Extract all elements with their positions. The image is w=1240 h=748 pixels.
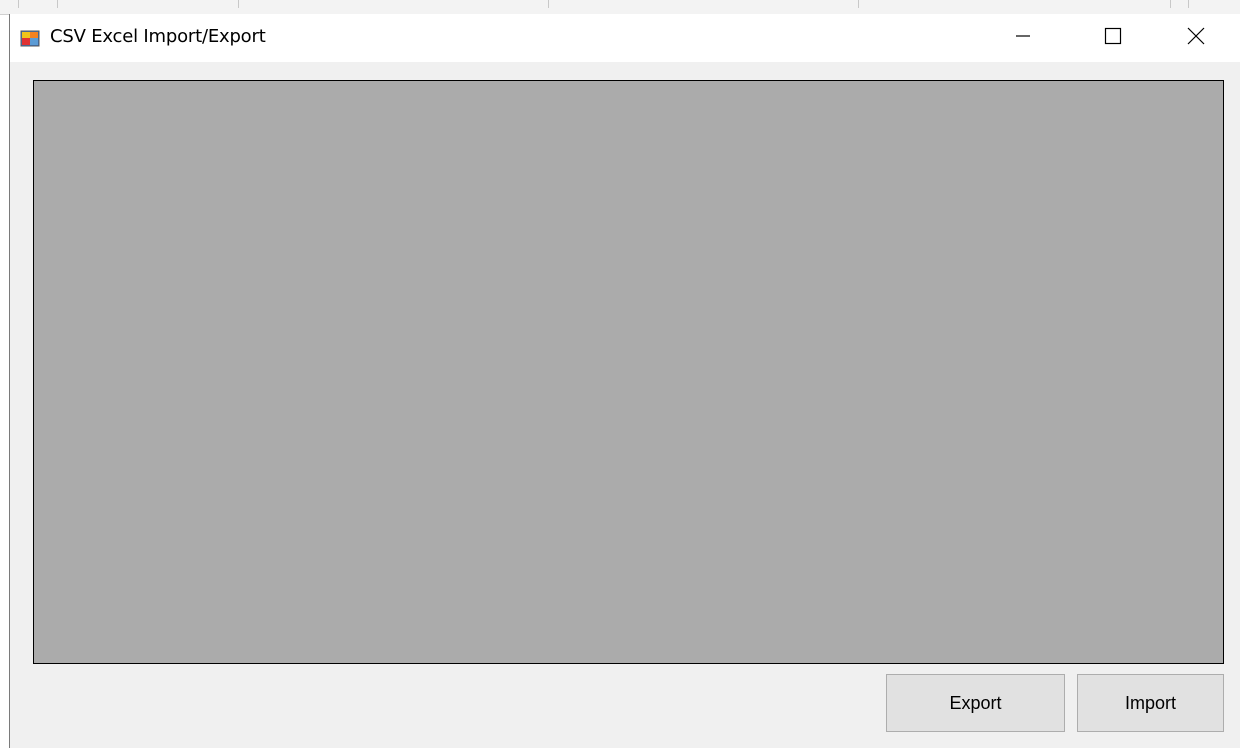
background-divider — [18, 0, 19, 8]
background-divider — [1188, 0, 1189, 8]
background-window-strip — [0, 0, 1240, 15]
app-window: CSV Excel Import/Export Export Import — [9, 14, 1240, 748]
maximize-button[interactable] — [1090, 14, 1136, 62]
data-grid-view[interactable] — [33, 80, 1224, 664]
minimize-button[interactable] — [1000, 14, 1046, 62]
window-title: CSV Excel Import/Export — [50, 26, 266, 47]
maximize-icon — [1104, 27, 1122, 50]
app-icon — [20, 28, 40, 48]
close-button[interactable] — [1173, 14, 1219, 62]
import-button[interactable]: Import — [1077, 674, 1224, 732]
minimize-icon — [1015, 28, 1031, 49]
background-divider — [858, 0, 859, 8]
title-bar[interactable]: CSV Excel Import/Export — [10, 14, 1240, 62]
background-divider — [548, 0, 549, 8]
close-icon — [1187, 27, 1205, 50]
background-divider — [238, 0, 239, 8]
background-divider — [57, 0, 58, 8]
export-button[interactable]: Export — [886, 674, 1065, 732]
background-divider — [1170, 0, 1171, 8]
